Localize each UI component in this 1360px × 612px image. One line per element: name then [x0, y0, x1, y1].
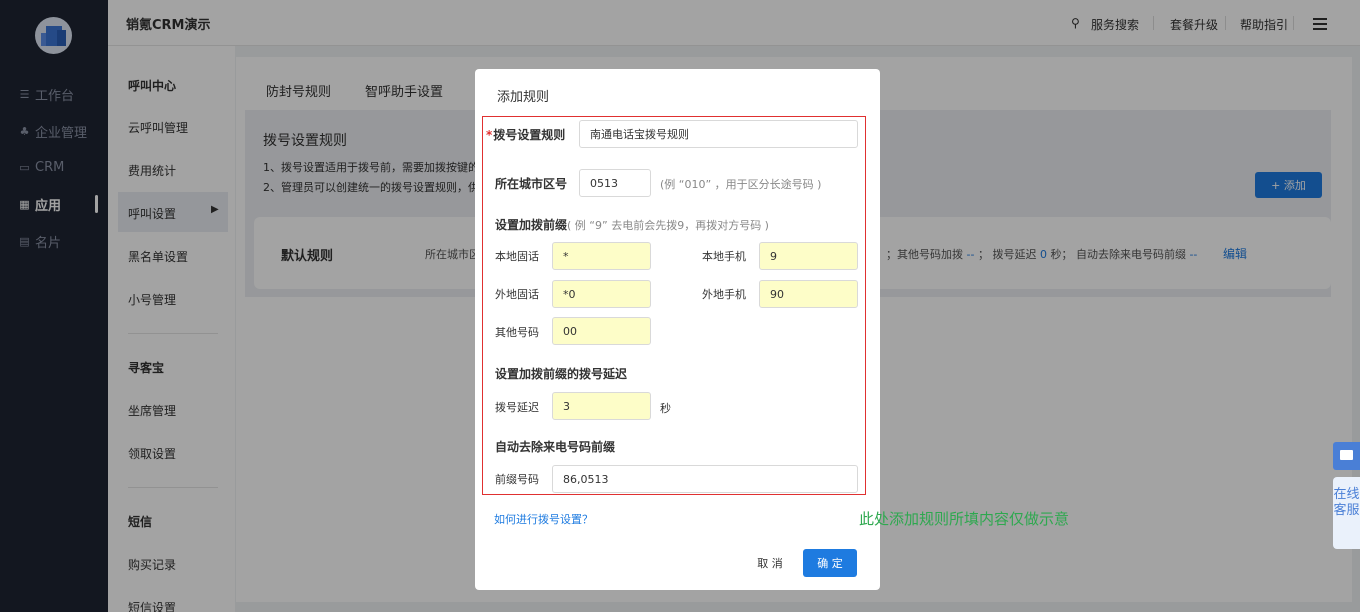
- required-mark: *: [486, 128, 493, 142]
- other-number-label: 其他号码: [495, 326, 539, 339]
- local-mobile-label: 本地手机: [702, 250, 746, 263]
- local-mobile-input[interactable]: 9: [759, 242, 858, 270]
- cancel-button[interactable]: 取 消: [745, 549, 795, 577]
- add-rule-dialog: 添加规则 *拨号设置规则 南通电话宝拨号规则 所在城市区号 0513 (例 “0…: [475, 69, 880, 590]
- remote-fixed-input[interactable]: *0: [552, 280, 651, 308]
- feedback-float-button[interactable]: [1333, 442, 1360, 470]
- screen-icon: [1340, 450, 1353, 460]
- dial-delay-label: 拨号延迟: [495, 401, 539, 414]
- dial-settings-help-link[interactable]: 如何进行拨号设置？: [494, 511, 593, 527]
- online-service-float-button[interactable]: 在线客服: [1333, 477, 1360, 549]
- prefix-section-label: 设置加拨前缀( 例 “9” 去电前会先拨9，再拨对方号码 ): [495, 218, 769, 232]
- rule-name-label: *拨号设置规则: [486, 128, 566, 142]
- delay-unit: 秒: [660, 402, 671, 415]
- dialog-title: 添加规则: [497, 90, 550, 105]
- remote-mobile-label: 外地手机: [702, 288, 746, 301]
- confirm-button[interactable]: 确 定: [803, 549, 857, 577]
- remote-mobile-input[interactable]: 90: [759, 280, 858, 308]
- local-fixed-label: 本地固话: [495, 250, 539, 263]
- local-fixed-input[interactable]: *: [552, 242, 651, 270]
- annotation-note: 此处添加规则所填内容仅做示意: [859, 510, 1070, 528]
- strip-prefix-section-label: 自动去除来电号码前缀: [495, 440, 616, 454]
- remote-fixed-label: 外地固话: [495, 288, 539, 301]
- dial-delay-input[interactable]: 3: [552, 392, 651, 420]
- area-code-input[interactable]: 0513: [579, 169, 651, 197]
- delay-section-label: 设置加拨前缀的拨号延迟: [495, 367, 628, 381]
- strip-prefix-input[interactable]: 86,0513: [552, 465, 858, 493]
- strip-prefix-label: 前缀号码: [495, 473, 539, 486]
- other-number-input[interactable]: 00: [552, 317, 651, 345]
- area-code-label: 所在城市区号: [495, 177, 568, 191]
- rule-name-input[interactable]: 南通电话宝拨号规则: [579, 120, 858, 148]
- area-code-hint: (例 “010” ，用于区分长途号码 ): [660, 178, 822, 191]
